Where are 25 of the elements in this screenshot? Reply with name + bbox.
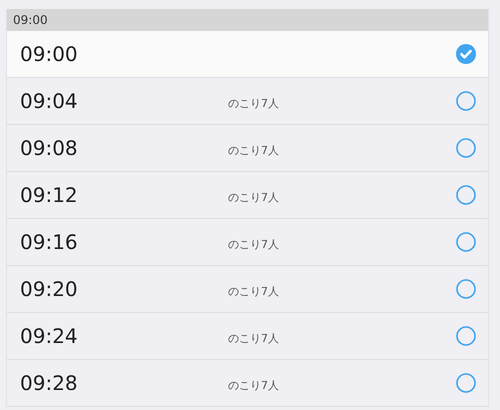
slot-time: 09:12 xyxy=(20,183,79,207)
slot-time: 09:04 xyxy=(20,89,79,113)
remaining-count: のこり7人 xyxy=(228,190,279,204)
section-header: 09:00 xyxy=(7,9,488,31)
slot-time: 09:24 xyxy=(20,324,79,348)
radio-icon[interactable] xyxy=(456,185,476,205)
remaining-count: のこり7人 xyxy=(228,378,279,392)
slot-time: 09:08 xyxy=(20,136,79,160)
slot-time: 09:00 xyxy=(20,42,79,66)
remaining-count: のこり7人 xyxy=(228,284,279,298)
radio-icon[interactable] xyxy=(456,279,476,299)
time-slot-row[interactable]: 09:00 xyxy=(7,31,488,78)
slot-time: 09:28 xyxy=(20,371,79,395)
remaining-count: のこり7人 xyxy=(228,144,279,156)
remaining-count: のこり7人 xyxy=(228,96,279,110)
radio-icon[interactable] xyxy=(456,373,476,393)
radio-icon[interactable] xyxy=(456,326,476,346)
checked-radio-icon[interactable] xyxy=(456,44,476,64)
radio-icon[interactable] xyxy=(456,232,476,252)
radio-icon[interactable] xyxy=(456,91,476,111)
remaining-count: のこり7人 xyxy=(228,238,279,250)
slot-time: 09:16 xyxy=(20,230,79,254)
radio-icon[interactable] xyxy=(456,138,476,158)
remaining-count: のこり7人 xyxy=(228,332,279,344)
slot-time: 09:20 xyxy=(20,277,79,301)
